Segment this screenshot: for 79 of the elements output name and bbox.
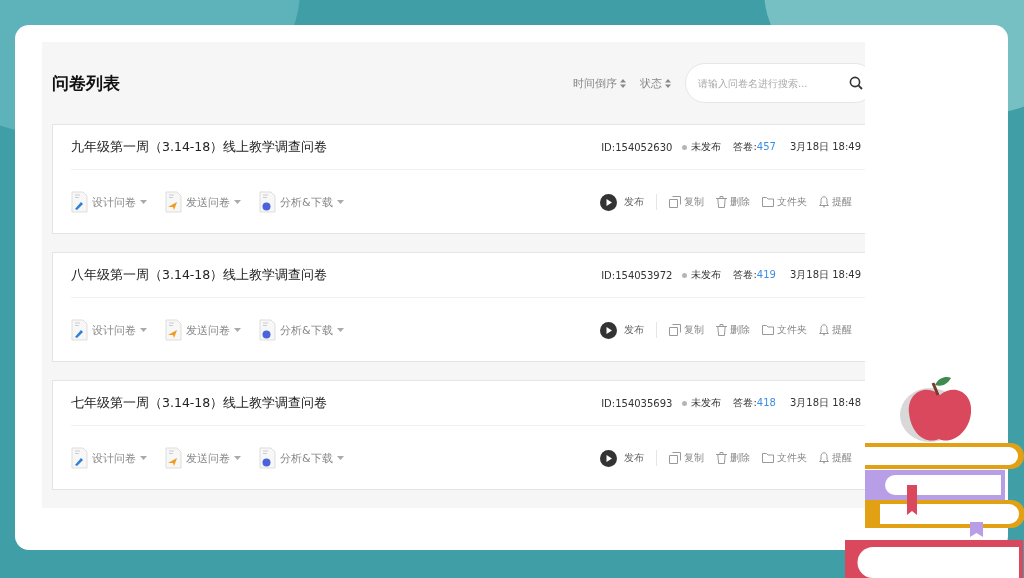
survey-id: ID:154052630 — [601, 141, 673, 153]
copy-icon[interactable] — [669, 452, 681, 464]
bell-icon[interactable] — [819, 196, 829, 208]
survey-id: ID:154053972 — [601, 269, 673, 281]
action-button[interactable]: 提醒 — [832, 323, 852, 337]
play-icon[interactable] — [600, 449, 617, 467]
sort-icon[interactable] — [665, 78, 671, 88]
document-icon[interactable] — [259, 191, 276, 213]
caret-icon[interactable] — [140, 456, 147, 460]
caret-icon[interactable] — [336, 456, 344, 460]
caret-icon[interactable] — [336, 200, 344, 204]
dropdown-button[interactable]: 发送问卷 — [186, 322, 230, 338]
answer-count: 答卷:419 — [733, 268, 776, 282]
dropdown-button[interactable]: 设计问卷 — [92, 322, 136, 338]
search-field[interactable]: 请输入问卷名进行搜索... — [685, 63, 865, 103]
action-button[interactable]: 文件夹 — [777, 323, 807, 337]
action-button[interactable]: 复制 — [684, 323, 704, 337]
answer-count: 答卷:457 — [733, 140, 776, 154]
survey-id: ID:154035693 — [601, 397, 673, 409]
caret-icon[interactable] — [234, 328, 241, 332]
action-button[interactable]: 复制 — [684, 451, 704, 465]
action-button[interactable]: 提醒 — [832, 451, 852, 465]
action-button[interactable]: 发布 — [624, 451, 644, 465]
caret-icon[interactable] — [234, 200, 241, 204]
folder-icon[interactable] — [762, 453, 774, 463]
dropdown-button[interactable]: 发送问卷 — [186, 194, 230, 210]
document-icon[interactable] — [259, 447, 276, 469]
trash-icon[interactable] — [716, 452, 727, 464]
dropdown-button[interactable]: 分析&下载 — [280, 194, 333, 210]
sort-button[interactable]: 时间倒序 — [573, 75, 626, 91]
trash-icon[interactable] — [716, 196, 727, 208]
caret-icon[interactable] — [140, 200, 147, 204]
bell-icon[interactable] — [819, 452, 829, 464]
search-icon[interactable] — [849, 76, 863, 90]
status-text: 未发布 — [691, 396, 722, 410]
survey-date: 3月18日 18:48 — [789, 396, 861, 410]
caret-icon[interactable] — [336, 328, 344, 332]
document-icon[interactable] — [165, 319, 182, 341]
copy-icon[interactable] — [669, 196, 681, 208]
dropdown-button[interactable]: 分析&下载 — [280, 322, 333, 338]
action-button[interactable]: 文件夹 — [777, 195, 807, 209]
dropdown-button[interactable]: 设计问卷 — [92, 450, 136, 466]
folder-icon[interactable] — [762, 197, 774, 207]
document-icon[interactable] — [71, 447, 88, 469]
document-icon[interactable] — [165, 447, 182, 469]
survey-title[interactable]: 九年级第一周（3.14-18）线上教学调查问卷 — [71, 138, 328, 156]
dropdown-button[interactable]: 发送问卷 — [186, 450, 230, 466]
action-button[interactable]: 发布 — [624, 323, 644, 337]
answer-count: 答卷:418 — [733, 396, 776, 410]
document-icon[interactable] — [71, 319, 88, 341]
document-icon[interactable] — [259, 319, 276, 341]
action-button[interactable]: 发布 — [624, 195, 644, 209]
survey-date: 3月18日 18:49 — [789, 268, 861, 282]
bell-icon[interactable] — [819, 324, 829, 336]
caret-icon[interactable] — [140, 328, 147, 332]
action-button[interactable]: 文件夹 — [777, 451, 807, 465]
survey-title[interactable]: 八年级第一周（3.14-18）线上教学调查问卷 — [71, 266, 328, 284]
status-text: 未发布 — [691, 140, 722, 154]
trash-icon[interactable] — [716, 324, 727, 336]
caret-icon[interactable] — [234, 456, 241, 460]
status-text: 未发布 — [691, 268, 722, 282]
action-button[interactable]: 删除 — [730, 451, 750, 465]
sort-button[interactable]: 状态 — [640, 75, 671, 91]
survey-title[interactable]: 七年级第一周（3.14-18）线上教学调查问卷 — [71, 394, 328, 412]
dropdown-button[interactable]: 设计问卷 — [92, 194, 136, 210]
sort-icon[interactable] — [620, 78, 626, 88]
play-icon[interactable] — [600, 193, 617, 211]
action-button[interactable]: 删除 — [730, 195, 750, 209]
folder-icon[interactable] — [762, 325, 774, 335]
action-button[interactable]: 删除 — [730, 323, 750, 337]
action-button[interactable]: 复制 — [684, 195, 704, 209]
document-icon[interactable] — [71, 191, 88, 213]
play-icon[interactable] — [600, 321, 617, 339]
document-icon[interactable] — [165, 191, 182, 213]
survey-date: 3月18日 18:49 — [789, 140, 861, 154]
dropdown-button[interactable]: 分析&下载 — [280, 450, 333, 466]
copy-icon[interactable] — [669, 324, 681, 336]
page-title: 问卷列表 — [52, 71, 120, 95]
action-button[interactable]: 提醒 — [832, 195, 852, 209]
